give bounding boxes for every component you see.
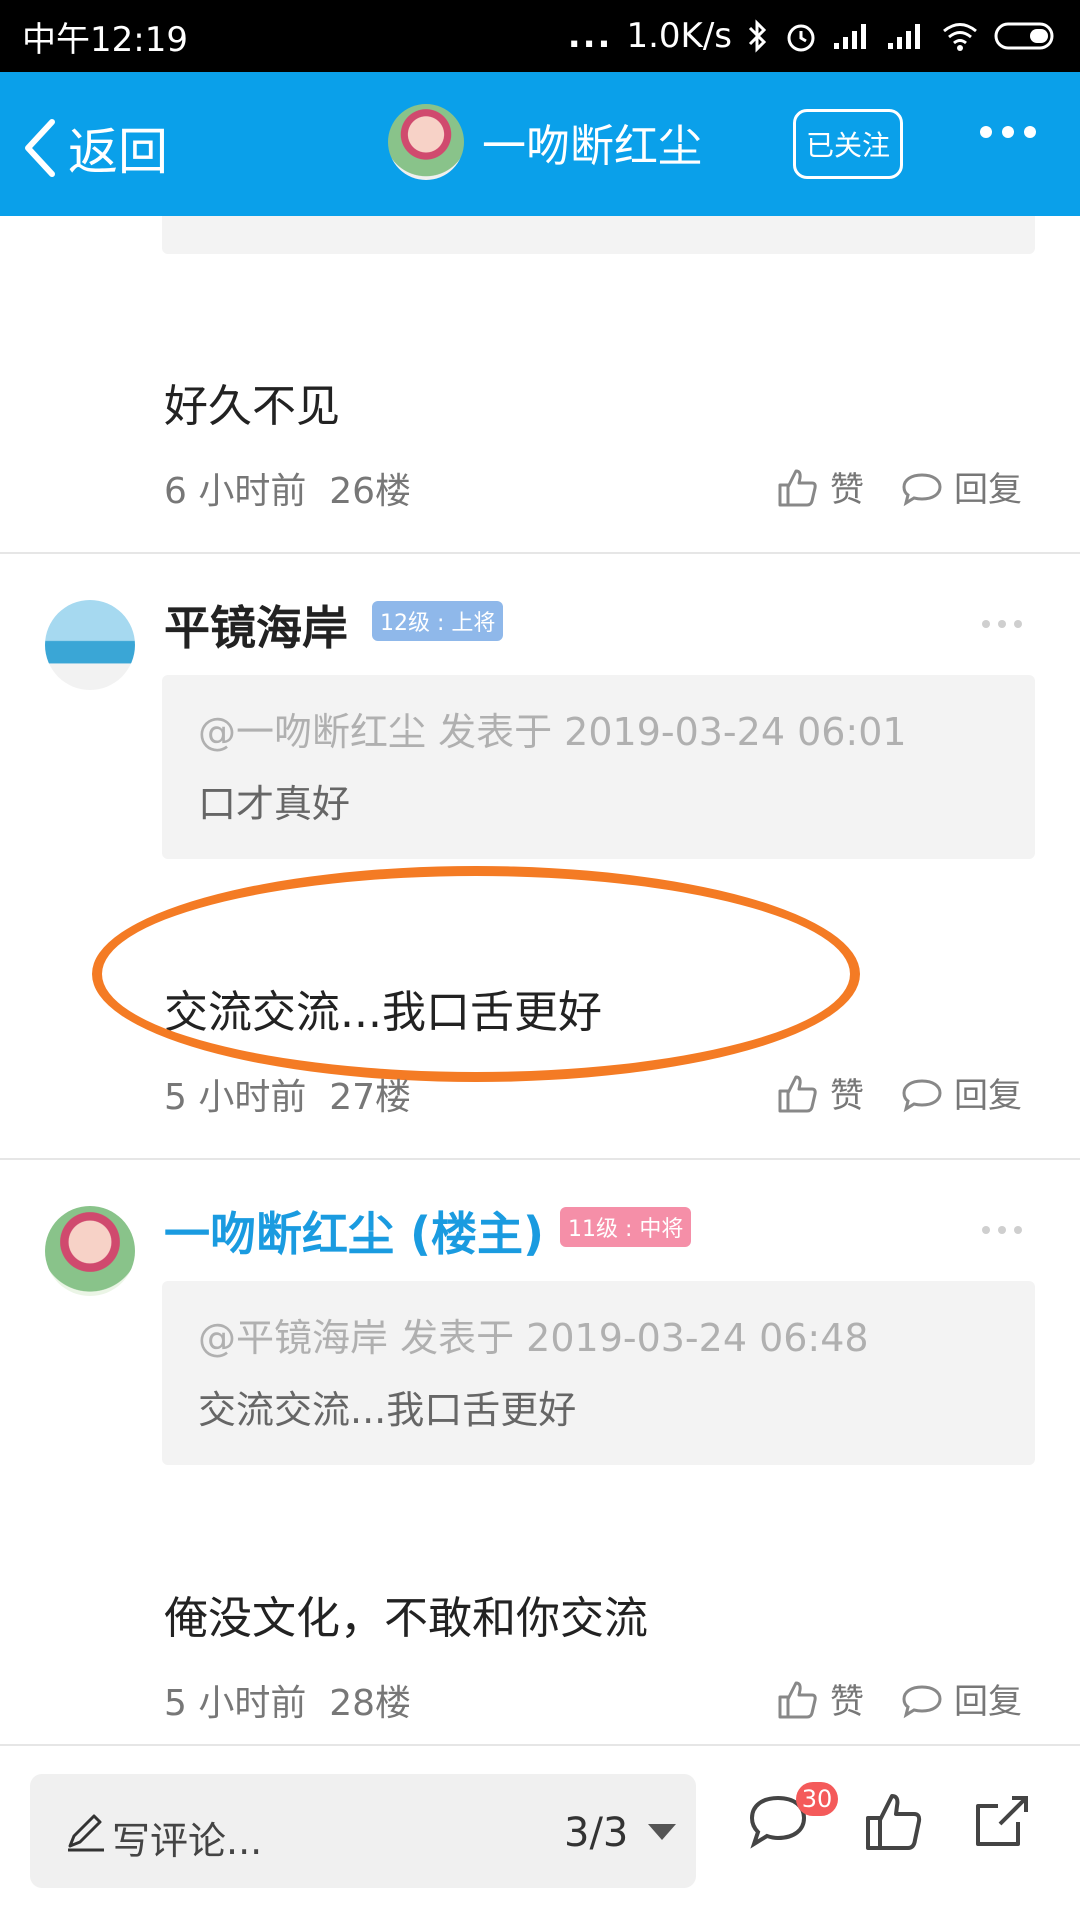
network-speed: 1.0K/s: [626, 16, 732, 56]
avatar[interactable]: [388, 104, 464, 180]
post-meta: 5 小时前 27楼: [164, 1068, 411, 1120]
quote-header: @一吻断红尘 发表于 2019-03-24 06:01: [198, 710, 907, 754]
post-meta: 5 小时前 28楼: [164, 1674, 411, 1726]
post-actions: 赞 回复: [776, 462, 1022, 511]
like-label: 赞: [830, 470, 864, 510]
reply-button[interactable]: 回复: [900, 462, 1022, 511]
comment-placeholder: 写评论...: [112, 1819, 263, 1863]
quote-box: @一吻断红尘 发表于 2019-03-24 06:01 口才真好: [162, 675, 1035, 859]
like-icon: [778, 1681, 817, 1718]
reply-label: 回复: [954, 1076, 1022, 1116]
post-time: 5 小时前: [164, 1683, 307, 1724]
post-content: 好久不见: [164, 381, 340, 432]
reply-label: 回复: [954, 470, 1022, 510]
more-icon[interactable]: [982, 620, 1022, 628]
post-time: 6 小时前: [164, 471, 307, 512]
page-indicator[interactable]: 3/3: [564, 1810, 628, 1856]
username[interactable]: 一吻断红尘 (楼主): [164, 1198, 544, 1264]
signal-icon: [834, 24, 866, 49]
reply-button[interactable]: 回复: [900, 1674, 1022, 1723]
post-actions: 赞 回复: [776, 1068, 1022, 1117]
more-icon[interactable]: [982, 1226, 1022, 1234]
level-badge: 11级 : 中将: [560, 1207, 692, 1247]
post-meta: 6 小时前 26楼: [164, 462, 411, 514]
nav-bar: 返回 一吻断红尘 已关注: [0, 72, 1080, 216]
reply-button[interactable]: 回复: [900, 1068, 1022, 1117]
more-icon[interactable]: [980, 126, 1036, 138]
back-chevron-icon: [25, 119, 55, 177]
highlight-ellipse: [92, 866, 860, 1082]
avatar[interactable]: [45, 1206, 135, 1296]
comment-count-badge: 30: [796, 1782, 838, 1816]
like-icon: [778, 1075, 817, 1112]
divider: [0, 552, 1080, 554]
divider: [0, 1158, 1080, 1160]
post-floor: 28楼: [329, 1683, 412, 1724]
like-icon: [778, 469, 817, 506]
page-title: 一吻断红尘: [482, 121, 702, 172]
reply-icon: [902, 1078, 942, 1112]
reply-icon: [902, 1684, 942, 1718]
quote-box: @平镜海岸 发表于 2019-03-24 06:48 交流交流...我口舌更好: [162, 1281, 1035, 1465]
like-button[interactable]: 赞: [776, 1674, 864, 1723]
battery-icon: [994, 22, 1054, 50]
like-icon[interactable]: [862, 1790, 926, 1854]
post-actions: 赞 回复: [776, 1674, 1022, 1723]
alarm-icon: [787, 24, 815, 52]
comment-input[interactable]: 写评论... 3/3: [30, 1774, 696, 1888]
status-icons: ... 1.0K/s: [568, 16, 1058, 56]
post-content: 俺没文化，不敢和你交流: [164, 1593, 648, 1644]
quote-box: [162, 216, 1035, 254]
post-time: 5 小时前: [164, 1077, 307, 1118]
post-floor: 27楼: [329, 1077, 412, 1118]
caret-down-icon[interactable]: [648, 1824, 676, 1840]
level-badge: 12级 : 上将: [372, 601, 504, 641]
like-label: 赞: [830, 1076, 864, 1116]
reply-icon: [902, 472, 942, 506]
signal-icon: [888, 24, 920, 49]
status-dots: ...: [567, 16, 613, 56]
like-label: 赞: [830, 1682, 864, 1722]
like-button[interactable]: 赞: [776, 1068, 864, 1117]
like-button[interactable]: 赞: [776, 462, 864, 511]
pencil-icon: [68, 1814, 104, 1852]
post-floor: 26楼: [329, 471, 412, 512]
username[interactable]: 平镜海岸: [164, 592, 348, 658]
bluetooth-icon: [748, 19, 767, 53]
avatar[interactable]: [45, 600, 135, 690]
nav-title-group[interactable]: 一吻断红尘: [388, 104, 702, 180]
status-bar: 中午12:19 ... 1.0K/s: [0, 0, 1080, 72]
bottom-bar: 写评论... 3/3 30: [0, 1744, 1080, 1922]
quote-text: 交流交流...我口舌更好: [198, 1388, 577, 1432]
share-icon[interactable]: [968, 1790, 1032, 1854]
back-button[interactable]: 返回: [22, 112, 168, 184]
back-label: 返回: [68, 123, 168, 181]
wifi-icon: [943, 23, 977, 51]
status-time: 中午12:19: [22, 19, 188, 60]
quote-text: 口才真好: [198, 782, 351, 826]
follow-button[interactable]: 已关注: [793, 109, 903, 179]
reply-label: 回复: [954, 1682, 1022, 1722]
quote-header: @平镜海岸 发表于 2019-03-24 06:48: [198, 1316, 869, 1360]
